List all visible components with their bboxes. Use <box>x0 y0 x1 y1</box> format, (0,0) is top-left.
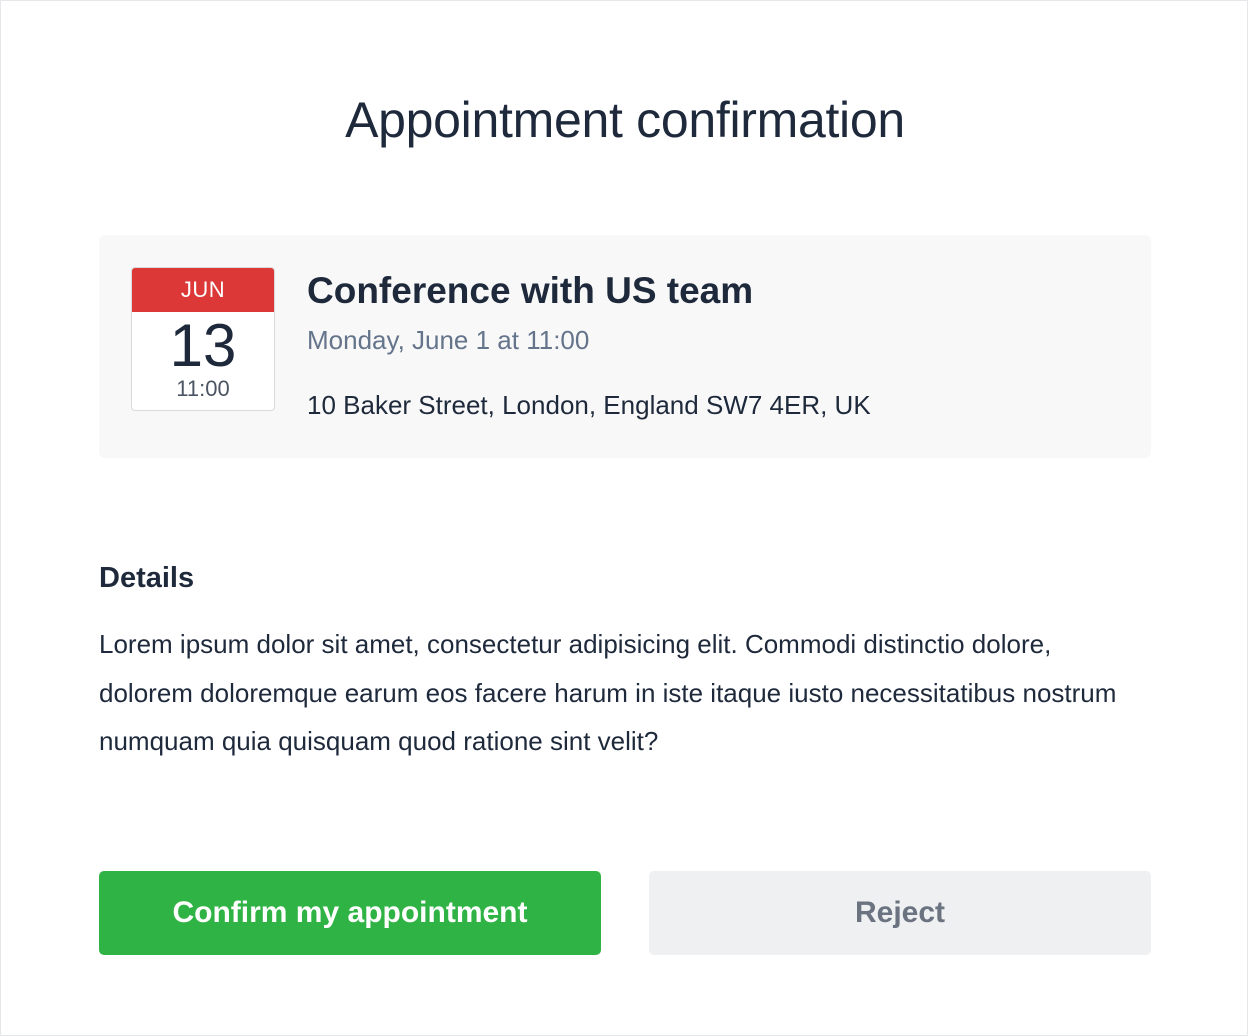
calendar-month: JUN <box>132 268 274 312</box>
event-datetime: Monday, June 1 at 11:00 <box>307 325 590 355</box>
reject-button[interactable]: Reject <box>649 871 1151 955</box>
event-card: JUN 13 11:00 Conference with US team Mon… <box>99 235 1151 458</box>
details-heading: Details <box>99 562 195 594</box>
event-info: Conference with US team Monday, June 1 a… <box>307 269 1131 421</box>
calendar-icon: JUN 13 11:00 <box>131 267 275 411</box>
details-text: Lorem ipsum dolor sit amet, consectetur … <box>99 629 1117 756</box>
event-address: 10 Baker Street, London, England SW7 4ER… <box>307 390 871 420</box>
confirm-appointment-button[interactable]: Confirm my appointment <box>99 871 601 955</box>
appointment-panel: Appointment confirmation JUN 13 11:00 Co… <box>0 0 1248 1036</box>
calendar-day: 13 <box>169 312 237 379</box>
event-title: Conference with US team <box>307 270 754 311</box>
calendar-time: 11:00 <box>176 376 230 401</box>
page-title: Appointment confirmation <box>345 92 905 148</box>
